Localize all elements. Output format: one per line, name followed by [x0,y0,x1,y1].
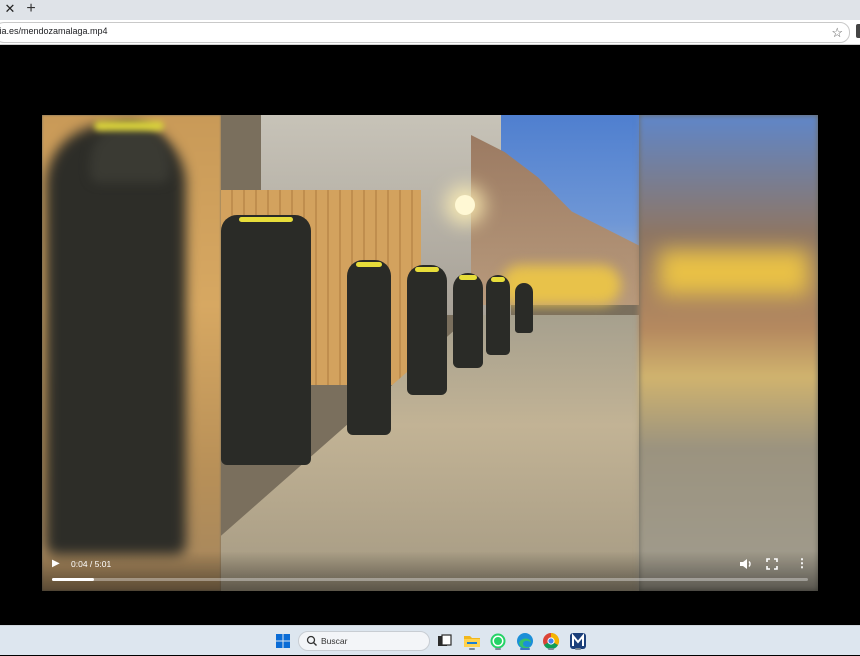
star-icon[interactable]: ☆ [831,24,843,41]
video-frame-main [221,115,639,591]
officer-helmet-stripe [94,121,164,131]
officer-figure [515,283,533,333]
edge-icon[interactable] [515,631,535,651]
search-placeholder: Buscar [321,636,348,646]
address-bar[interactable]: cia.es/mendozamalaga.mp4 ☆ [0,22,850,43]
officer-figure [486,275,510,355]
video-progress-bar[interactable] [52,578,808,581]
mendoza-app-icon[interactable] [568,631,588,651]
task-view-icon[interactable] [434,631,454,651]
officer-figure [347,260,391,435]
whatsapp-icon[interactable] [488,631,508,651]
new-tab-button[interactable]: + [23,0,39,18]
video-progress-fill [52,578,94,581]
officer-figure [221,215,311,465]
officer-figure [453,273,483,368]
search-icon [306,635,317,646]
file-explorer-icon[interactable] [462,631,482,651]
tab-close-icon[interactable]: ✕ [2,1,18,17]
video-time: 0:04 / 5:01 [71,559,112,569]
blurred-lights [659,250,809,295]
taskbar-search[interactable]: Buscar [298,631,430,651]
volume-icon[interactable] [738,556,754,572]
play-icon[interactable]: ▶ [52,557,64,571]
street-lamp [455,195,475,215]
extension-icon[interactable] [856,24,860,38]
taskbar: Buscar [0,625,860,655]
video-player[interactable]: ▶ 0:04 / 5:01 ⋮ [42,115,818,591]
browser-toolbar: cia.es/mendozamalaga.mp4 ☆ [0,20,860,45]
officer-figure [407,265,447,395]
more-options-icon[interactable]: ⋮ [796,555,808,571]
page-viewport: ▶ 0:04 / 5:01 ⋮ [0,45,860,625]
tab-strip: ✕ + [0,0,860,20]
chrome-icon[interactable] [541,631,561,651]
fullscreen-icon[interactable] [764,556,780,572]
video-frame-right-blur [639,115,818,591]
url-text[interactable]: cia.es/mendozamalaga.mp4 [0,26,108,36]
windows-start-icon[interactable] [273,631,293,651]
officer-silhouette [46,125,186,555]
video-frame-left-blur [42,115,221,591]
video-controls: ▶ 0:04 / 5:01 ⋮ [42,551,818,591]
